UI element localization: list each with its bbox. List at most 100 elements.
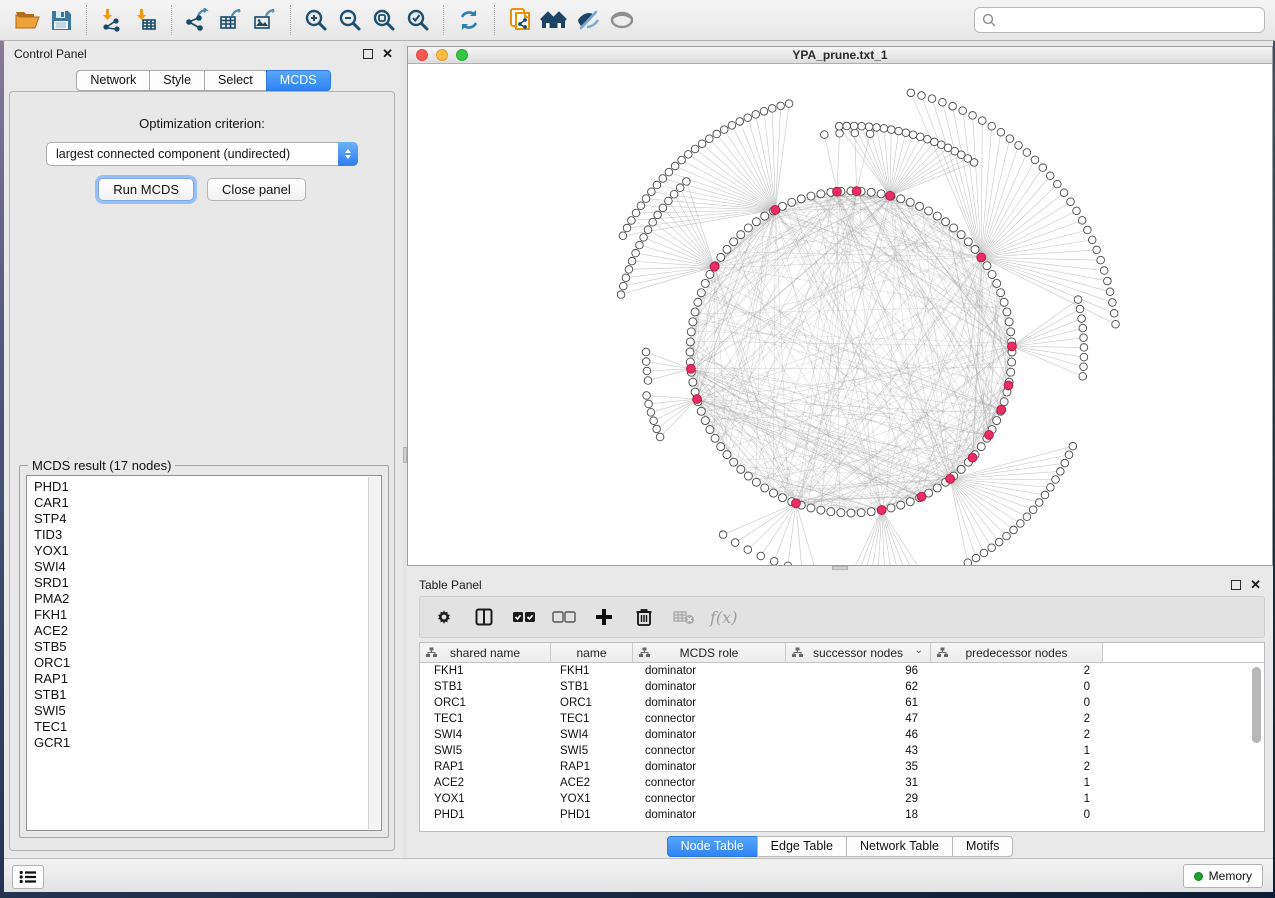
network-node[interactable] xyxy=(957,465,965,473)
mcds-result-item[interactable]: TEC1 xyxy=(34,719,381,735)
network-node[interactable] xyxy=(697,289,705,297)
network-node[interactable] xyxy=(1109,299,1117,307)
network-node[interactable] xyxy=(949,102,957,110)
run-mcds-button[interactable]: Run MCDS xyxy=(98,178,194,201)
mcds-network-node[interactable] xyxy=(985,431,994,440)
network-node[interactable] xyxy=(1031,156,1039,164)
network-node[interactable] xyxy=(837,509,845,517)
network-node[interactable] xyxy=(858,122,866,130)
network-node[interactable] xyxy=(691,145,699,153)
network-node[interactable] xyxy=(761,484,769,492)
cell-successor-nodes[interactable]: 18 xyxy=(786,807,931,823)
cell-shared-name[interactable]: YOX1 xyxy=(420,791,551,807)
cell-shared-name[interactable]: RAP1 xyxy=(420,759,551,775)
network-node[interactable] xyxy=(632,209,640,217)
network-node[interactable] xyxy=(1104,277,1112,285)
network-node[interactable] xyxy=(916,202,924,210)
network-node[interactable] xyxy=(988,544,996,552)
new-network-from-selection-icon[interactable] xyxy=(503,4,537,36)
horizontal-splitter-handle[interactable] xyxy=(832,566,848,570)
tab-style[interactable]: Style xyxy=(149,70,204,91)
network-node[interactable] xyxy=(1023,513,1031,521)
table-row[interactable]: YOX1YOX1connector291 xyxy=(420,791,1264,807)
network-node[interactable] xyxy=(807,192,815,200)
network-node[interactable] xyxy=(916,133,924,141)
network-node[interactable] xyxy=(997,289,1005,297)
network-node[interactable] xyxy=(865,123,873,131)
table-row[interactable]: ACE2ACE2connector311 xyxy=(420,775,1264,791)
network-node[interactable] xyxy=(850,122,858,130)
mcds-result-item[interactable]: RAP1 xyxy=(34,671,381,687)
network-node[interactable] xyxy=(1060,189,1068,197)
column-header-shared-name[interactable]: shared name xyxy=(420,643,551,663)
cell-successor-nodes[interactable]: 62 xyxy=(786,679,931,695)
column-header-name[interactable]: name xyxy=(551,643,633,663)
network-node[interactable] xyxy=(752,478,760,486)
network-node[interactable] xyxy=(907,89,915,97)
mcds-result-item[interactable]: GCR1 xyxy=(34,735,381,751)
save-session-icon[interactable] xyxy=(44,4,78,36)
network-node[interactable] xyxy=(1067,198,1075,206)
network-node[interactable] xyxy=(906,198,914,206)
network-node[interactable] xyxy=(632,249,640,257)
network-node[interactable] xyxy=(843,122,851,130)
network-node[interactable] xyxy=(643,392,651,400)
mcds-network-node[interactable] xyxy=(693,395,702,404)
cell-name[interactable]: RAP1 xyxy=(551,759,633,775)
network-node[interactable] xyxy=(720,126,728,134)
network-node[interactable] xyxy=(983,262,991,270)
network-node[interactable] xyxy=(1061,459,1069,467)
mcds-network-node[interactable] xyxy=(852,187,861,196)
network-node[interactable] xyxy=(778,494,786,502)
network-node[interactable] xyxy=(752,111,760,119)
network-node[interactable] xyxy=(1073,207,1081,215)
network-node[interactable] xyxy=(1046,172,1054,180)
tab-mcds[interactable]: MCDS xyxy=(266,70,331,91)
export-table-icon[interactable] xyxy=(214,4,248,36)
show-columns-icon[interactable] xyxy=(470,602,498,632)
cell-name[interactable]: TEC1 xyxy=(551,711,633,727)
network-node[interactable] xyxy=(1079,373,1087,381)
network-node[interactable] xyxy=(730,238,738,246)
network-node[interactable] xyxy=(760,107,768,115)
network-node[interactable] xyxy=(972,554,980,562)
cell-shared-name[interactable]: ACE2 xyxy=(420,775,551,791)
network-node[interactable] xyxy=(988,270,996,278)
network-node[interactable] xyxy=(1100,267,1108,275)
network-node[interactable] xyxy=(686,348,694,356)
network-node[interactable] xyxy=(671,162,679,170)
network-node[interactable] xyxy=(995,538,1003,546)
network-canvas[interactable] xyxy=(408,64,1272,565)
table-row[interactable]: TEC1TEC1connector472 xyxy=(420,711,1264,727)
network-node[interactable] xyxy=(761,212,769,220)
network-node[interactable] xyxy=(676,184,684,192)
network-node[interactable] xyxy=(851,129,859,137)
network-node[interactable] xyxy=(649,218,657,226)
mcds-network-node[interactable] xyxy=(946,474,955,483)
network-node[interactable] xyxy=(1078,217,1086,225)
network-node[interactable] xyxy=(636,241,644,249)
tab-motifs[interactable]: Motifs xyxy=(952,836,1013,857)
network-node[interactable] xyxy=(835,123,843,131)
cell-MCDS-role[interactable]: dominator xyxy=(633,759,786,775)
network-node[interactable] xyxy=(902,129,910,137)
network-node[interactable] xyxy=(659,204,667,212)
network-node[interactable] xyxy=(617,291,625,299)
memory-button[interactable]: Memory xyxy=(1183,864,1263,888)
network-node[interactable] xyxy=(640,234,648,242)
network-node[interactable] xyxy=(752,218,760,226)
network-node[interactable] xyxy=(1069,442,1077,450)
cell-name[interactable]: ACE2 xyxy=(551,775,633,791)
network-node[interactable] xyxy=(628,217,636,225)
table-row[interactable]: FKH1FKH1dominator962 xyxy=(420,663,1264,679)
network-node[interactable] xyxy=(817,506,825,514)
cell-MCDS-role[interactable]: dominator xyxy=(633,727,786,743)
network-node[interactable] xyxy=(924,135,932,143)
import-table-icon[interactable] xyxy=(129,4,163,36)
network-node[interactable] xyxy=(1093,246,1101,254)
network-node[interactable] xyxy=(706,270,714,278)
cell-shared-name[interactable]: STB1 xyxy=(420,679,551,695)
cell-MCDS-role[interactable]: connector xyxy=(633,711,786,727)
mcds-result-item[interactable]: STP4 xyxy=(34,511,381,527)
apply-layout-icon[interactable] xyxy=(452,4,486,36)
